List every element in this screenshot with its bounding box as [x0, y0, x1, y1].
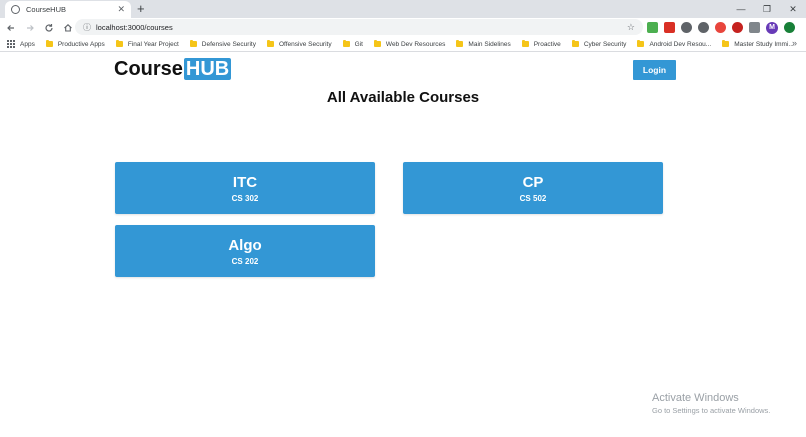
bookmark-label: Master Study Immi... — [734, 40, 794, 48]
globe-icon — [11, 5, 20, 14]
course-code: CS 302 — [231, 193, 259, 203]
bookmark-folder[interactable]: Defensive Security — [189, 39, 256, 48]
folder-icon — [373, 39, 381, 47]
browser-tab-strip: CourseHUB ✕ + — ❐ ✕ — [0, 0, 806, 18]
restore-button[interactable]: ❐ — [754, 0, 780, 18]
bookmarks-overflow-icon[interactable]: » — [792, 38, 797, 48]
bookmark-label: Cyber Security — [583, 40, 627, 48]
folder-icon — [571, 39, 579, 47]
profile-avatar[interactable]: M — [766, 21, 778, 34]
bookmark-folder[interactable]: Offensive Security — [266, 39, 332, 48]
window-controls: — ❐ ✕ — [728, 0, 806, 18]
forward-icon[interactable] — [22, 20, 38, 36]
bookmark-label: Android Dev Resou... — [649, 40, 712, 48]
bookmark-label: Proactive — [533, 40, 561, 48]
folder-icon — [266, 39, 274, 47]
watermark-title: Activate Windows — [652, 392, 739, 404]
reload-icon[interactable] — [41, 20, 57, 36]
folder-icon — [45, 39, 53, 47]
bookmark-folder[interactable]: Cyber Security — [571, 39, 627, 48]
bookmark-star-icon[interactable]: ☆ — [627, 22, 635, 33]
logo-hub-text: HUB — [183, 58, 232, 80]
course-card-cp[interactable]: CP CS 502 — [403, 162, 663, 214]
extensions-area: M — [647, 20, 795, 35]
folder-icon — [637, 39, 645, 47]
bookmark-folder[interactable]: Web Dev Resources — [373, 39, 446, 48]
bookmark-label: Productive Apps — [57, 40, 105, 48]
browser-tab[interactable]: CourseHUB ✕ — [5, 1, 131, 18]
course-name: CP — [522, 173, 544, 191]
course-name: ITC — [232, 173, 258, 191]
course-code: CS 202 — [231, 256, 259, 266]
home-icon[interactable] — [60, 20, 76, 36]
course-code: CS 502 — [519, 193, 547, 203]
bookmark-label: Main Sidelines — [468, 40, 511, 48]
bookmark-label: Final Year Project — [127, 40, 179, 48]
course-name: Algo — [228, 236, 262, 254]
download-extension-icon[interactable] — [647, 22, 658, 33]
minimize-button[interactable]: — — [728, 0, 754, 18]
activate-windows-watermark: Activate Windows Go to Settings to activ… — [652, 392, 770, 415]
pocket-extension-icon[interactable] — [715, 22, 726, 33]
bookmarks-bar: Apps Productive Apps Final Year Project … — [0, 37, 806, 52]
folder-icon — [521, 39, 529, 47]
info-icon[interactable]: ⓘ — [83, 22, 91, 33]
bookmark-folder[interactable]: Android Dev Resou... — [637, 39, 712, 48]
folder-icon — [115, 39, 123, 47]
site-logo[interactable]: Course HUB — [114, 58, 232, 80]
bookmark-apps[interactable]: Apps — [7, 40, 35, 48]
folder-icon — [342, 39, 350, 47]
window-close-button[interactable]: ✕ — [780, 0, 806, 18]
folder-icon — [189, 39, 197, 47]
red-extension-icon[interactable] — [664, 22, 675, 33]
bookmark-folder[interactable]: Productive Apps — [45, 39, 105, 48]
bookmark-label: Git — [354, 40, 363, 48]
bookmark-label: Offensive Security — [278, 40, 332, 48]
url-text[interactable]: localhost:3000/courses — [96, 23, 627, 32]
green-extension-icon[interactable] — [784, 22, 795, 33]
browser-toolbar: ⓘ localhost:3000/courses ☆ M — [0, 18, 806, 37]
bookmark-folder[interactable]: Final Year Project — [115, 39, 179, 48]
logo-course-text: Course — [114, 58, 183, 80]
course-card-algo[interactable]: Algo CS 202 — [115, 225, 375, 277]
address-bar[interactable]: ⓘ localhost:3000/courses ☆ — [75, 19, 643, 35]
cloud-sync-extension-icon[interactable] — [698, 22, 709, 33]
tab-title: CourseHUB — [26, 5, 67, 14]
cloud-extension-icon[interactable] — [681, 22, 692, 33]
apps-grid-icon — [7, 40, 15, 48]
page-title: All Available Courses — [326, 89, 480, 106]
grid-extension-icon[interactable] — [749, 22, 760, 33]
watermark-subtitle: Go to Settings to activate Windows. — [652, 406, 771, 415]
bookmark-folder[interactable]: Git — [342, 39, 363, 48]
bookmark-label: Apps — [20, 40, 35, 48]
course-card-itc[interactable]: ITC CS 302 — [115, 162, 375, 214]
stop-extension-icon[interactable] — [732, 22, 743, 33]
bookmark-folder[interactable]: Master Study Immi... — [722, 39, 794, 48]
bookmark-folder[interactable]: Proactive — [521, 39, 561, 48]
back-icon[interactable] — [3, 20, 19, 36]
new-tab-button[interactable]: + — [137, 2, 145, 16]
close-tab-icon[interactable]: ✕ — [117, 5, 125, 14]
bookmark-label: Web Dev Resources — [385, 40, 446, 48]
folder-icon — [722, 39, 730, 47]
bookmark-label: Defensive Security — [201, 40, 256, 48]
login-button[interactable]: Login — [633, 60, 676, 80]
bookmark-folder[interactable]: Main Sidelines — [456, 39, 511, 48]
folder-icon — [456, 39, 464, 47]
